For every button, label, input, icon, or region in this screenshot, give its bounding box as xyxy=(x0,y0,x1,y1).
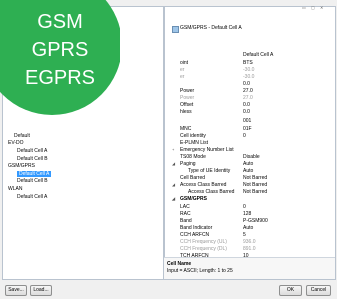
property-row[interactable]: 001 xyxy=(172,117,334,125)
tree-item-label: Default Cell A xyxy=(17,171,52,177)
tree-item-label: Default Cell B xyxy=(17,156,48,162)
property-row[interactable]: Default Cell A xyxy=(172,51,334,59)
tree-item-label: GSM/GPRS xyxy=(8,163,35,169)
property-name: GSM/GPRS xyxy=(180,196,207,202)
app-window: GSM/GPRS - Default Cell A ▭ ▢ ✕ Default E… xyxy=(0,0,337,299)
tree-item-label: Default xyxy=(14,133,30,139)
tree-item-label: WLAN xyxy=(8,186,23,192)
description-text: Input = ASCII; Length: 1 to 25 xyxy=(167,268,233,274)
expand-icon[interactable]: ◢ xyxy=(172,195,175,203)
tree-item[interactable]: Default Cell B xyxy=(17,178,48,184)
tree-item-label: Default Cell A xyxy=(17,194,48,200)
close-icon[interactable]: ✕ xyxy=(320,5,323,10)
minimize-icon[interactable]: ▭ xyxy=(302,5,306,10)
tree-item[interactable]: Default Cell A xyxy=(17,194,47,200)
description-panel: Cell Name Input = ASCII; Length: 1 to 25 xyxy=(164,257,335,279)
window-icon xyxy=(172,26,179,33)
tree-item-label: EV-DO xyxy=(8,140,24,146)
cancel-button[interactable]: Cancel xyxy=(306,285,331,296)
property-value[interactable]: 001 xyxy=(243,117,251,125)
description-title: Cell Name xyxy=(167,261,192,267)
save-button[interactable]: Save... xyxy=(5,285,27,296)
property-row[interactable]: hless 0.0 xyxy=(172,108,334,116)
tree-item[interactable]: Default Cell A xyxy=(17,171,52,177)
tree-item-label: Default Cell B xyxy=(17,178,48,184)
property-name: hless xyxy=(180,109,192,115)
badge-line-egprs: EGPRS xyxy=(24,67,96,89)
tree-item-label: Default Cell A xyxy=(17,148,48,154)
tree-item[interactable]: GSM/GPRS xyxy=(8,163,35,169)
tree-item[interactable]: EV-DO xyxy=(8,140,24,146)
maximize-icon[interactable]: ▢ xyxy=(311,5,315,10)
property-value[interactable]: 0.0 xyxy=(243,108,250,116)
badge-line-gprs: GPRS xyxy=(31,39,89,61)
badge-line-gsm: GSM xyxy=(37,11,83,33)
tree-item[interactable]: WLAN xyxy=(8,186,22,192)
tree-item[interactable]: Default Cell B xyxy=(17,156,48,162)
tree-item[interactable]: Default Cell A xyxy=(17,148,47,154)
property-row[interactable]: ◢ GSM/GPRS xyxy=(172,195,334,203)
ok-button[interactable]: OK xyxy=(279,285,302,296)
load-button[interactable]: Load... xyxy=(30,285,52,296)
tree-item[interactable]: Default xyxy=(14,133,30,139)
property-value[interactable]: Default Cell A xyxy=(243,51,273,59)
window-title: GSM/GPRS - Default Cell A xyxy=(180,25,242,31)
